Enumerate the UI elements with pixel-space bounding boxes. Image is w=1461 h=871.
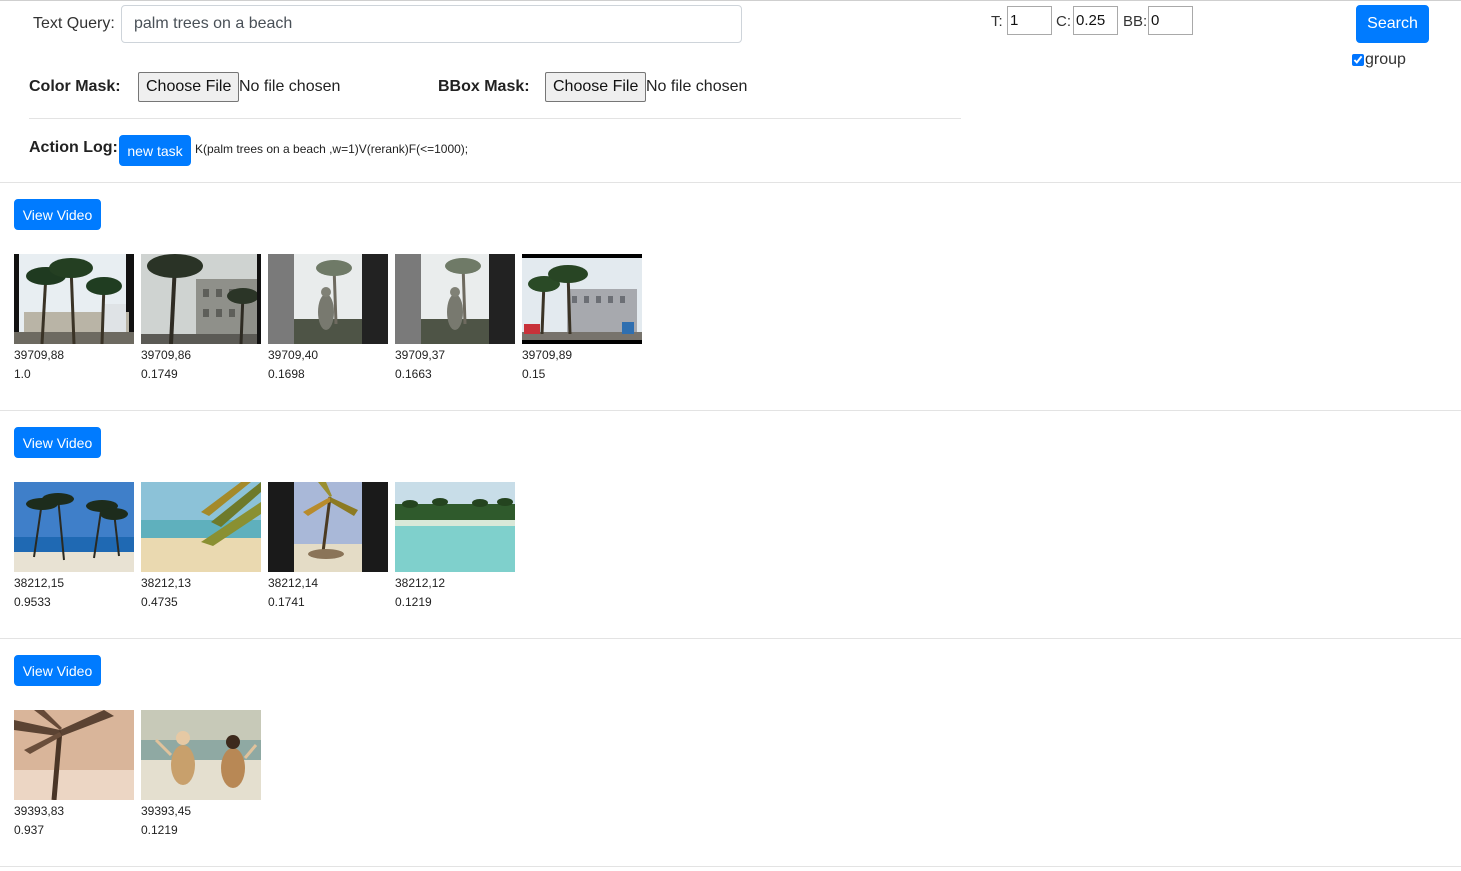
text-query-input[interactable] <box>121 5 742 43</box>
frame-id: 38212,13 <box>141 576 192 590</box>
frame-id: 39709,89 <box>522 348 573 362</box>
frame-thumbnail[interactable] <box>14 482 134 572</box>
frame-id: 39393,83 <box>14 804 65 818</box>
color-mask-choose-file-button[interactable]: Choose File <box>138 72 240 102</box>
frame-id: 39393,45 <box>141 804 192 818</box>
group-toggle[interactable]: group <box>1352 51 1406 69</box>
t-label: T: <box>991 13 1003 30</box>
bb-input[interactable] <box>1148 6 1193 35</box>
frame-thumbnail[interactable] <box>14 254 134 344</box>
frame-score: 0.1749 <box>141 367 178 381</box>
frame-item[interactable]: 39393,83 0.937 <box>14 710 134 840</box>
view-video-button[interactable]: View Video <box>14 199 101 230</box>
frame-item[interactable]: 39393,45 0.1219 <box>141 710 261 840</box>
search-button[interactable]: Search <box>1356 5 1429 43</box>
bbox-mask-status: No file chosen <box>646 78 748 95</box>
frame-id: 39709,88 <box>14 348 65 362</box>
group-separator <box>0 638 1461 639</box>
color-mask-label: Color Mask: <box>29 78 121 95</box>
text-query-label: Text Query: <box>33 15 115 32</box>
frame-item[interactable]: 38212,15 0.9533 <box>14 482 134 612</box>
c-input[interactable] <box>1073 6 1118 35</box>
frame-thumbnail[interactable] <box>141 254 261 344</box>
frame-score: 0.15 <box>522 367 546 381</box>
new-task-button[interactable]: new task <box>119 135 191 166</box>
frame-score: 0.1219 <box>395 595 432 609</box>
frame-score: 0.937 <box>14 823 45 837</box>
frame-thumbnail[interactable] <box>14 710 134 800</box>
frame-id: 39709,37 <box>395 348 446 362</box>
frame-score: 0.1219 <box>141 823 178 837</box>
bb-label: BB: <box>1123 13 1148 30</box>
frame-thumbnail[interactable] <box>268 254 388 344</box>
frame-id: 39709,86 <box>141 348 192 362</box>
frame-item[interactable]: 38212,13 0.4735 <box>141 482 261 612</box>
frame-score: 0.9533 <box>14 595 51 609</box>
mask-separator <box>29 118 961 119</box>
frame-id: 38212,14 <box>268 576 319 590</box>
frame-id: 38212,15 <box>14 576 65 590</box>
frame-item[interactable]: 39709,37 0.1663 <box>395 254 515 384</box>
bbox-mask-label: BBox Mask: <box>438 78 530 95</box>
frame-item[interactable]: 38212,12 0.1219 <box>395 482 515 612</box>
frame-id: 38212,12 <box>395 576 446 590</box>
frame-item[interactable]: 38212,14 0.1741 <box>268 482 388 612</box>
frame-score: 0.1741 <box>268 595 305 609</box>
bbox-mask-choose-file-button[interactable]: Choose File <box>545 72 647 102</box>
frame-score: 0.4735 <box>141 595 178 609</box>
action-log-label: Action Log: <box>29 139 118 156</box>
frame-item[interactable]: 39709,86 0.1749 <box>141 254 261 384</box>
frame-score: 0.1698 <box>268 367 305 381</box>
frame-thumbnail[interactable] <box>522 254 642 344</box>
frame-thumbnail[interactable] <box>141 482 261 572</box>
frame-item[interactable]: 39709,88 1.0 <box>14 254 134 384</box>
action-log-text: K(palm trees on a beach ,w=1)V(rerank)F(… <box>195 142 469 156</box>
frame-id: 39709,40 <box>268 348 319 362</box>
frame-thumbnail[interactable] <box>141 710 261 800</box>
t-input[interactable] <box>1007 6 1052 35</box>
c-label: C: <box>1056 13 1071 30</box>
group-checkbox[interactable] <box>1352 54 1364 66</box>
view-video-button[interactable]: View Video <box>14 427 101 458</box>
frame-thumbnail[interactable] <box>395 482 515 572</box>
frame-item[interactable]: 39709,89 0.15 <box>522 254 642 384</box>
group-separator <box>0 410 1461 411</box>
group-separator <box>0 866 1461 867</box>
view-video-button[interactable]: View Video <box>14 655 101 686</box>
frame-thumbnail[interactable] <box>268 482 388 572</box>
frame-score: 1.0 <box>14 367 31 381</box>
frame-score: 0.1663 <box>395 367 432 381</box>
header-separator <box>0 182 1461 183</box>
color-mask-status: No file chosen <box>239 78 341 95</box>
frame-thumbnail[interactable] <box>395 254 515 344</box>
frame-item[interactable]: 39709,40 0.1698 <box>268 254 388 384</box>
group-label: group <box>1365 51 1406 68</box>
